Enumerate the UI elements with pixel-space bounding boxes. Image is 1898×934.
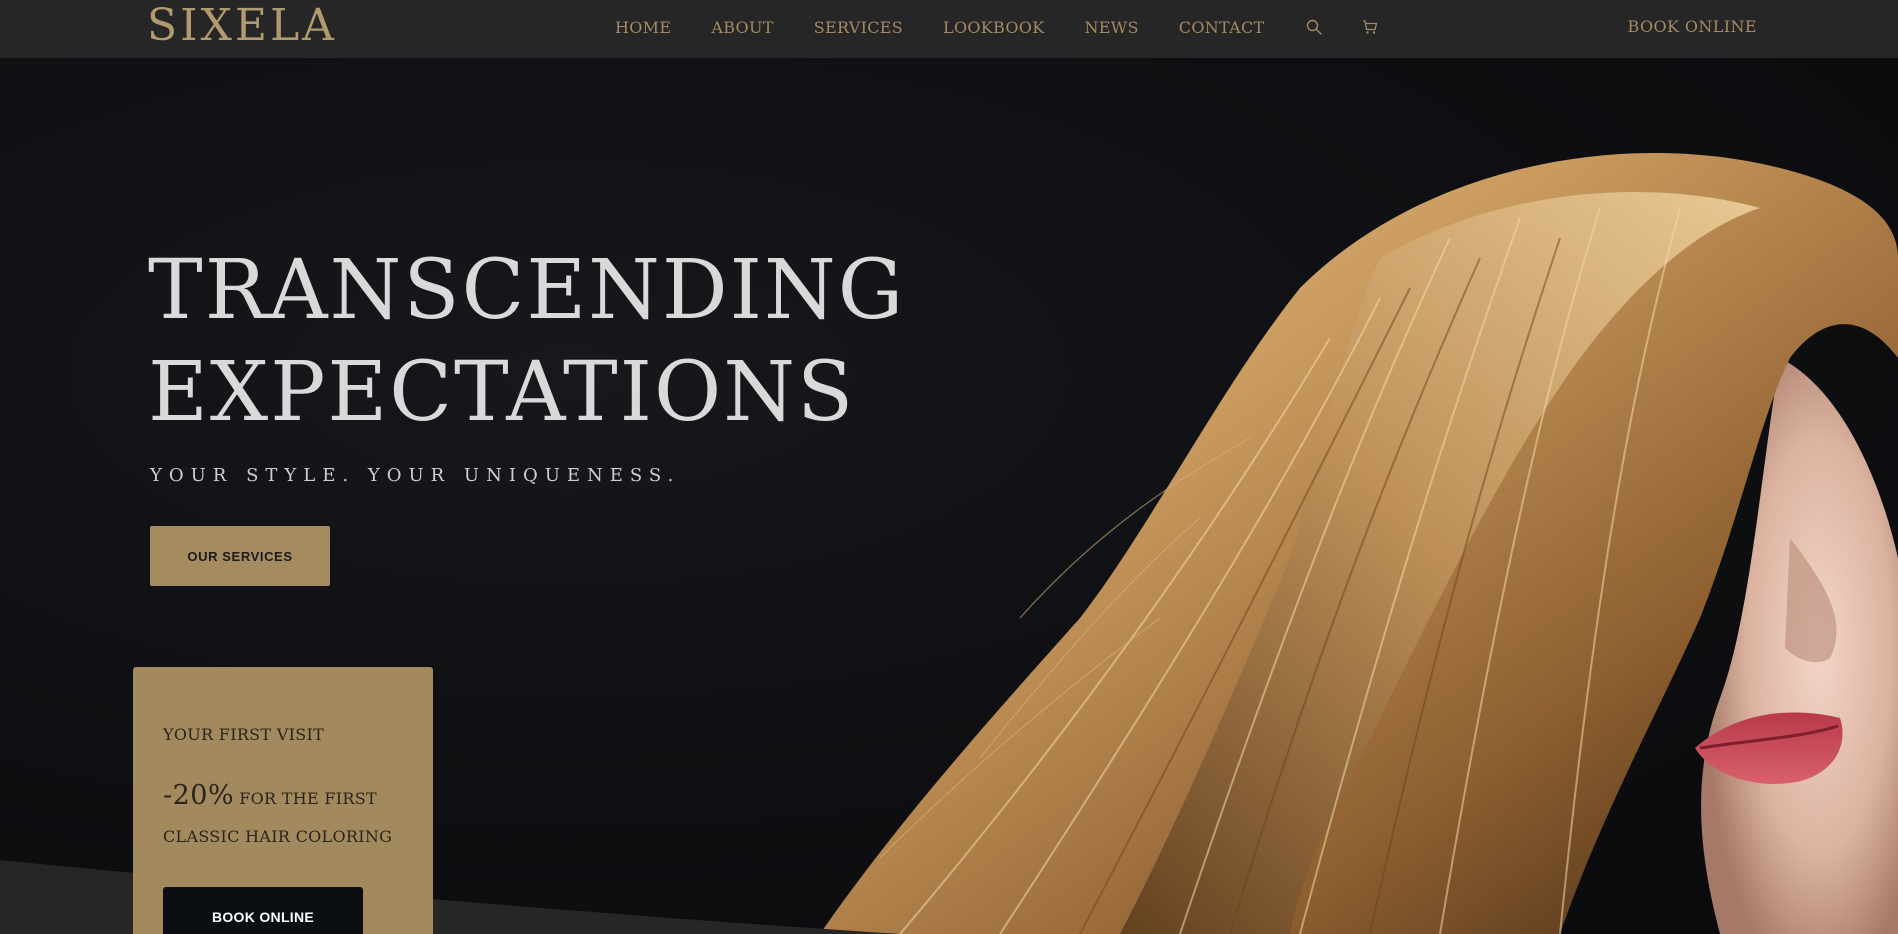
promo-book-online-button[interactable]: BOOK ONLINE	[163, 887, 363, 934]
first-visit-promo-card: YOUR FIRST VISIT -20% FOR THE FIRST CLAS…	[133, 667, 433, 934]
hero-title-line1: TRANSCENDING	[148, 243, 906, 338]
nav-services[interactable]: SERVICES	[814, 18, 903, 37]
page: SIXELA HOME ABOUT SERVICES LOOKBOOK NEWS…	[0, 0, 1898, 934]
cart-icon[interactable]	[1361, 18, 1379, 36]
header-book-online-link[interactable]: BOOK ONLINE	[1628, 17, 1757, 36]
nav-about[interactable]: ABOUT	[711, 18, 773, 37]
our-services-button[interactable]: OUR SERVICES	[150, 526, 330, 586]
search-icon[interactable]	[1305, 18, 1323, 36]
promo-offer: -20% FOR THE FIRST CLASSIC HAIR COLORING	[163, 777, 413, 856]
hero-subtitle: YOUR STYLE. YOUR UNIQUENESS.	[150, 465, 681, 486]
hero-title-line2: EXPECTATIONS	[148, 345, 856, 440]
hero-title: TRANSCENDING EXPECTATIONS	[148, 240, 905, 444]
promo-percent: -20%	[163, 780, 235, 811]
site-header: SIXELA HOME ABOUT SERVICES LOOKBOOK NEWS…	[0, 0, 1898, 58]
main-nav: HOME ABOUT SERVICES LOOKBOOK NEWS CONTAC…	[615, 0, 1417, 54]
nav-lookbook[interactable]: LOOKBOOK	[943, 18, 1044, 37]
nav-home[interactable]: HOME	[615, 18, 671, 37]
nav-contact[interactable]: CONTACT	[1179, 18, 1265, 37]
promo-title: YOUR FIRST VISIT	[163, 725, 325, 744]
logo[interactable]: SIXELA	[147, 0, 337, 52]
nav-news[interactable]: NEWS	[1084, 18, 1138, 37]
